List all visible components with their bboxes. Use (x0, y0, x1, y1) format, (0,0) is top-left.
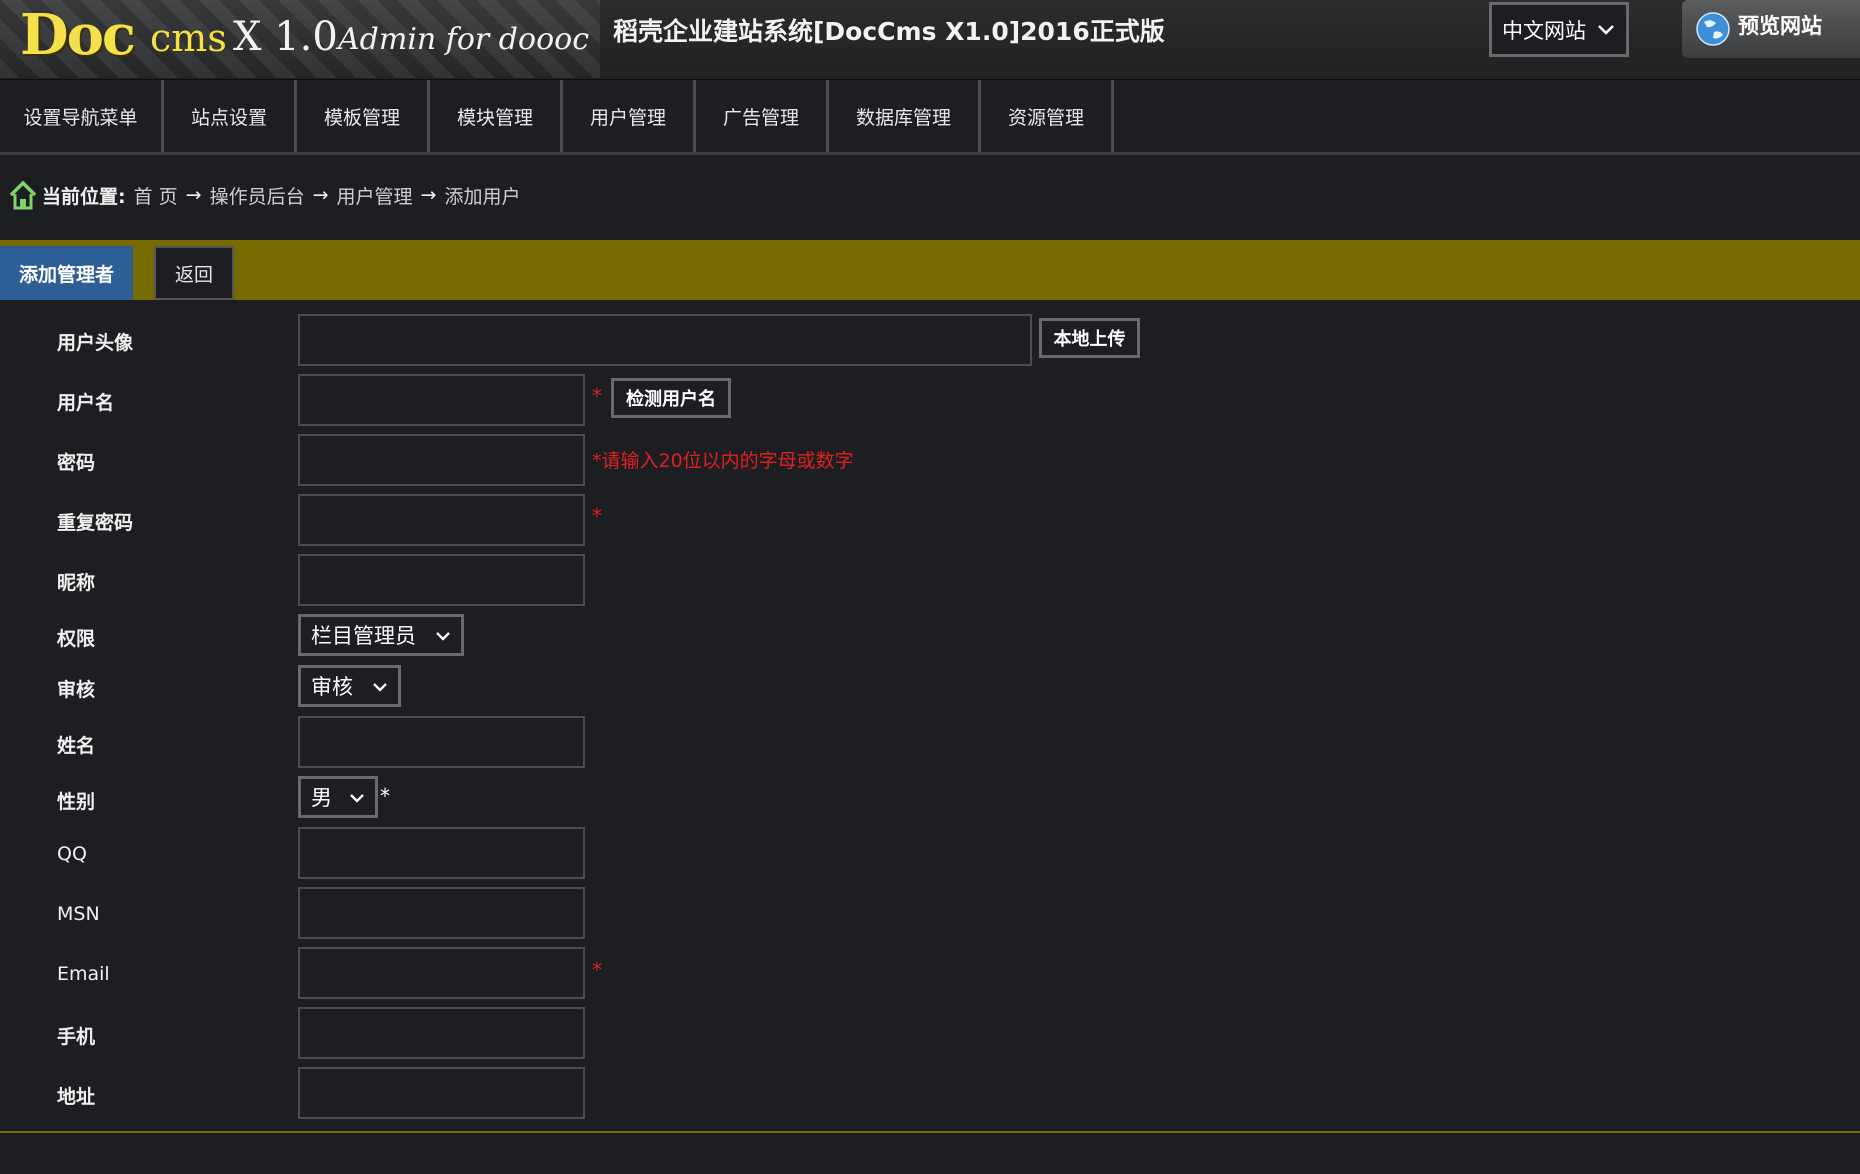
gender-select[interactable]: 男 (298, 776, 378, 818)
gender-label: 性别 (57, 791, 96, 813)
nav-item-users[interactable]: 用户管理 (563, 80, 696, 152)
chevron-down-icon (350, 794, 364, 803)
breadcrumb-operator[interactable]: 操作员后台 (210, 182, 305, 209)
nav-item-database[interactable]: 数据库管理 (829, 80, 981, 152)
qq-label: QQ (57, 843, 87, 865)
upload-button[interactable]: 本地上传 (1039, 318, 1140, 358)
nav-item-site-settings[interactable]: 站点设置 (164, 80, 297, 152)
preview-site-button[interactable]: 预览网站 (1682, 0, 1860, 58)
check-username-button[interactable]: 检测用户名 (611, 378, 731, 418)
language-select-value: 中文网站 (1502, 18, 1586, 43)
required-mark: * (592, 504, 602, 528)
name-label: 姓名 (57, 735, 96, 757)
breadcrumb-home[interactable]: 首 页 (134, 182, 178, 209)
address-label: 地址 (57, 1086, 96, 1108)
permission-select[interactable]: 栏目管理员 (298, 614, 464, 656)
nav-item-ads[interactable]: 广告管理 (696, 80, 829, 152)
logo-cms-text: cms (150, 16, 227, 60)
chevron-down-icon (1598, 25, 1614, 35)
required-mark: * (592, 958, 602, 982)
required-mark: * (380, 784, 390, 808)
bottom-divider (0, 1131, 1860, 1133)
logo-version: X 1.0 (233, 14, 338, 60)
breadcrumb-user-management[interactable]: 用户管理 (337, 182, 413, 209)
tab-add-admin[interactable]: 添加管理者 (0, 246, 133, 300)
gender-select-value: 男 (311, 786, 332, 810)
required-mark: * (592, 384, 602, 408)
logo-subtitle: Admin for doooc (338, 22, 590, 57)
home-icon (9, 180, 37, 210)
permission-select-value: 栏目管理员 (311, 624, 416, 648)
logo: Doc cms X 1.0 Admin for doooc (0, 0, 600, 78)
tab-strip: 添加管理者 返回 (0, 240, 1860, 300)
email-field[interactable] (298, 947, 585, 999)
address-field[interactable] (298, 1067, 585, 1119)
chevron-down-icon (373, 683, 387, 692)
logo-doc-text: Doc (20, 2, 136, 68)
nickname-label: 昵称 (57, 572, 96, 594)
chevron-down-icon (436, 632, 450, 641)
repeat-password-field[interactable] (298, 494, 585, 546)
system-title: 稻壳企业建站系统[DocCms X1.0]2016正式版 (613, 17, 1165, 46)
globe-icon (1696, 12, 1730, 46)
breadcrumb-add-user: 添加用户 (444, 185, 521, 208)
main-nav: 设置导航菜单 站点设置 模板管理 模块管理 用户管理 广告管理 数据库管理 资源… (0, 80, 1860, 155)
language-select[interactable]: 中文网站 (1489, 2, 1629, 57)
nav-item-menu-settings[interactable]: 设置导航菜单 (0, 80, 164, 152)
phone-field[interactable] (298, 1007, 585, 1059)
avatar-label: 用户头像 (57, 332, 134, 354)
avatar-field[interactable] (298, 314, 1032, 366)
nav-item-resources[interactable]: 资源管理 (981, 80, 1114, 152)
password-field[interactable] (298, 434, 585, 486)
name-field[interactable] (298, 716, 585, 768)
permission-label: 权限 (57, 628, 96, 650)
nav-item-modules[interactable]: 模块管理 (430, 80, 563, 152)
audit-select[interactable]: 审核 (298, 665, 401, 707)
nickname-field[interactable] (298, 554, 585, 606)
top-header: Doc cms X 1.0 Admin for doooc 稻壳企业建站系统[D… (0, 0, 1860, 81)
qq-field[interactable] (298, 827, 585, 879)
audit-select-value: 审核 (311, 675, 353, 699)
breadcrumb-arrow: → (312, 184, 329, 206)
password-label: 密码 (57, 452, 96, 474)
breadcrumb: 当前位置: 首 页 → 操作员后台 → 用户管理 → 添加用户 (8, 175, 520, 215)
nav-item-templates[interactable]: 模板管理 (297, 80, 430, 152)
msn-label: MSN (57, 903, 100, 925)
repeat-password-label: 重复密码 (57, 512, 134, 534)
username-field[interactable] (298, 374, 585, 426)
back-button[interactable]: 返回 (154, 246, 234, 300)
preview-site-label: 预览网站 (1738, 14, 1822, 38)
username-label: 用户名 (57, 392, 115, 414)
msn-field[interactable] (298, 887, 585, 939)
password-hint: *请输入20位以内的字母或数字 (592, 450, 854, 472)
breadcrumb-arrow: → (185, 184, 202, 206)
breadcrumb-arrow: → (420, 184, 437, 206)
audit-label: 审核 (57, 679, 96, 701)
breadcrumb-label: 当前位置: (42, 185, 126, 208)
email-label: Email (57, 963, 110, 985)
phone-label: 手机 (57, 1026, 96, 1048)
